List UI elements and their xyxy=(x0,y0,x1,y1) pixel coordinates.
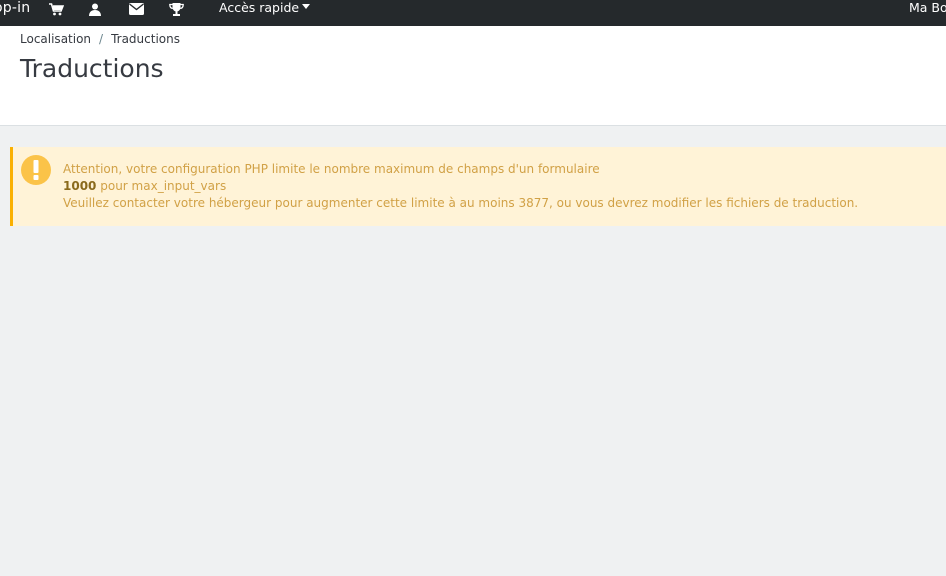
envelope-icon[interactable] xyxy=(128,2,144,16)
max-input-vars-label: pour max_input_vars xyxy=(100,179,227,193)
caret-down-icon xyxy=(302,4,311,9)
page-header: Localisation / Traductions Traductions xyxy=(0,26,946,126)
max-input-vars-value: 1000 xyxy=(63,179,97,193)
top-navbar: op-in Accès rapide Ma Bo xyxy=(0,0,946,26)
alert-message: Attention, votre configuration PHP limit… xyxy=(63,161,858,212)
quick-access-label: Accès rapide xyxy=(219,0,300,15)
trophy-icon[interactable] xyxy=(168,2,184,16)
alert-line-3: Veuillez contacter votre hébergeur pour … xyxy=(63,196,859,210)
brand-logo-text[interactable]: op-in xyxy=(0,0,30,20)
shop-name-link[interactable]: Ma Bo xyxy=(909,0,946,18)
cart-icon[interactable] xyxy=(48,2,64,16)
page-title: Traductions xyxy=(20,54,164,83)
breadcrumb-item-localisation[interactable]: Localisation xyxy=(20,32,91,46)
breadcrumb: Localisation / Traductions xyxy=(20,32,180,46)
breadcrumb-separator: / xyxy=(99,32,104,46)
alert-line-2: 1000 pour max_input_vars xyxy=(63,178,858,195)
breadcrumb-item-traductions: Traductions xyxy=(111,32,180,46)
alert-line-1: Attention, votre configuration PHP limit… xyxy=(63,162,600,176)
warning-alert: Attention, votre configuration PHP limit… xyxy=(10,147,946,226)
exclamation-icon xyxy=(21,155,51,185)
user-icon[interactable] xyxy=(87,2,103,16)
quick-access-dropdown[interactable]: Accès rapide xyxy=(219,0,311,18)
